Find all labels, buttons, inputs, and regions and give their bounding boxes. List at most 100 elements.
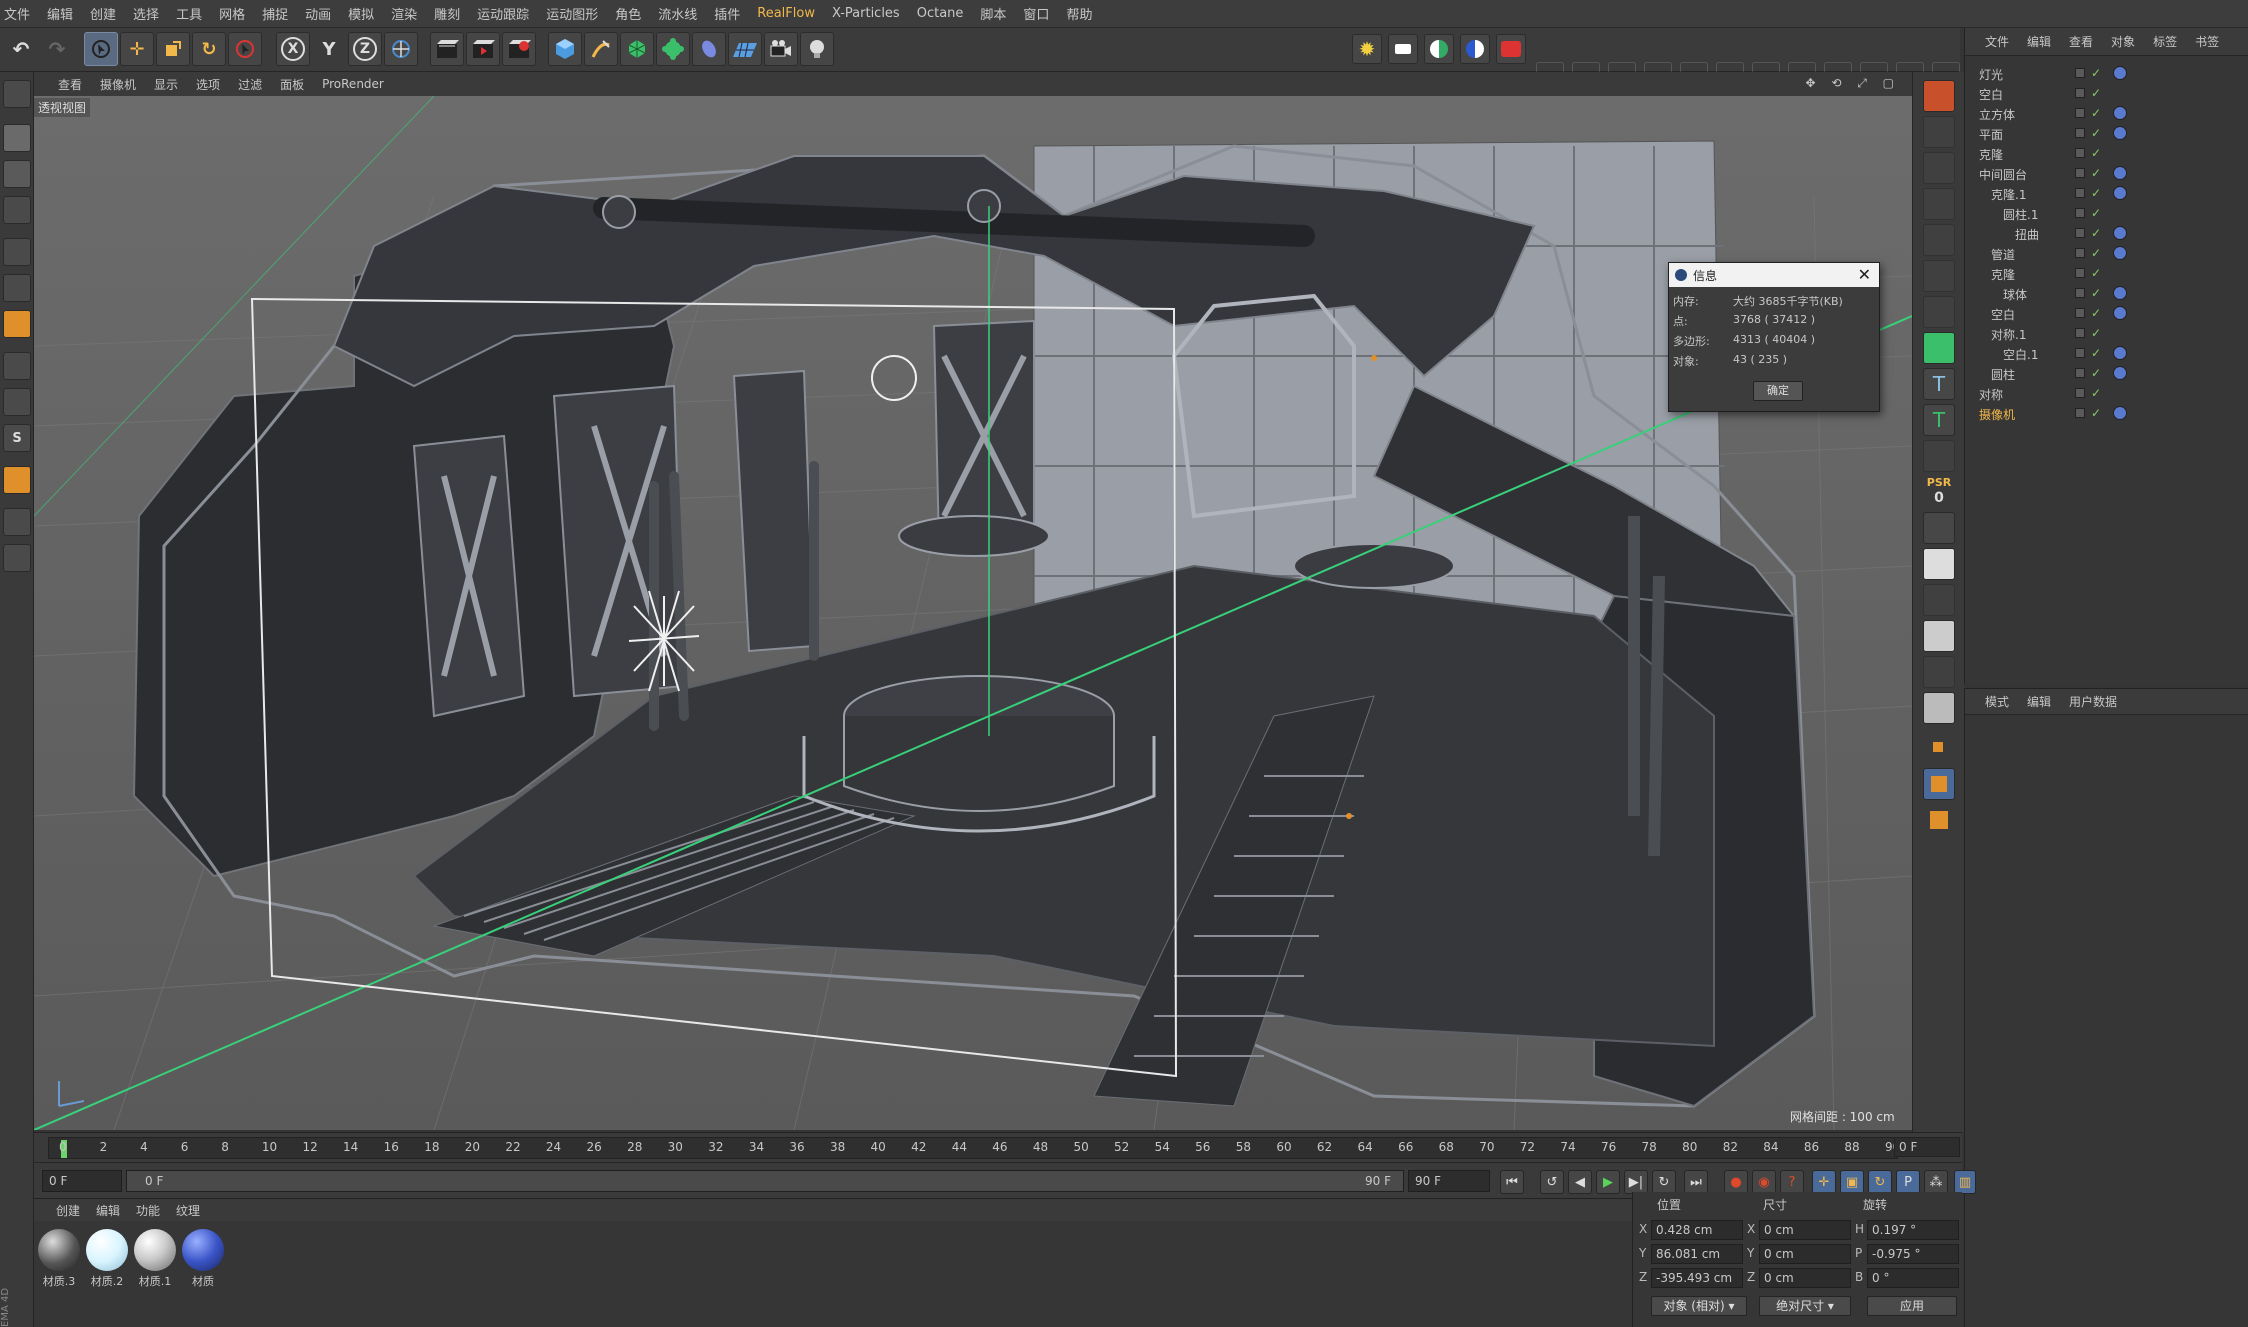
render-settings-icon[interactable] <box>502 32 536 66</box>
layer-flag-icon[interactable] <box>2075 388 2085 398</box>
tweak-mode-icon[interactable] <box>3 388 31 416</box>
menu-file[interactable]: 文件 <box>4 4 30 23</box>
layer-flag-icon[interactable] <box>2075 68 2085 78</box>
solo-icon[interactable]: S <box>3 424 31 452</box>
object-row[interactable]: 扭曲 ✓ <box>1965 224 2248 244</box>
position-x-field[interactable]: 0.428 cm <box>1651 1220 1743 1240</box>
record-icon[interactable]: ● <box>1724 1170 1748 1194</box>
octane-render-icon[interactable] <box>1388 34 1418 64</box>
character-icon[interactable] <box>1923 116 1955 148</box>
text-tool-icon[interactable]: T <box>1923 368 1955 400</box>
trash-icon[interactable] <box>1923 656 1955 688</box>
mat-menu-function[interactable]: 功能 <box>136 1202 160 1219</box>
mesh-cube-icon[interactable] <box>1923 188 1955 220</box>
floor-icon[interactable] <box>728 32 762 66</box>
rotation-h-field[interactable]: 0.197 ° <box>1867 1220 1959 1240</box>
points-mode-icon[interactable] <box>3 238 31 266</box>
object-row[interactable]: 圆柱 ✓ <box>1965 364 2248 384</box>
deformer-icon[interactable] <box>692 32 726 66</box>
workplane-mode-icon[interactable] <box>3 196 31 224</box>
timeline-ruler[interactable]: 0 2 4 6 8 10 12 14 16 18 20 22 24 26 28 30 32 34 36 38 40 42 4… <box>48 1137 1900 1159</box>
object-row[interactable]: 空白 ✓ <box>1965 84 2248 104</box>
viewport-menu-cameras[interactable]: 摄像机 <box>100 76 136 93</box>
object-row[interactable]: 对称.1 ✓ <box>1965 324 2248 344</box>
axis-mode-icon[interactable] <box>3 352 31 380</box>
enabled-check-icon[interactable]: ✓ <box>2091 406 2101 420</box>
menu-snap[interactable]: 捕捉 <box>262 4 288 23</box>
enabled-check-icon[interactable]: ✓ <box>2091 66 2101 80</box>
layer-flag-icon[interactable] <box>2075 128 2085 138</box>
material-swatch-1[interactable]: 材质.1 <box>132 1227 178 1289</box>
cloner-icon[interactable] <box>656 32 690 66</box>
make-editable-icon[interactable] <box>3 80 31 108</box>
menu-script[interactable]: 脚本 <box>980 4 1006 23</box>
layer-flag-icon[interactable] <box>2075 228 2085 238</box>
guide-icon[interactable] <box>1923 548 1955 580</box>
go-to-start-icon[interactable]: ⏮ <box>1500 1170 1524 1194</box>
layer-flag-icon[interactable] <box>2075 148 2085 158</box>
om-menu-bookmarks[interactable]: 书签 <box>2195 33 2219 50</box>
planar-workplane-icon[interactable] <box>3 544 31 572</box>
recycle-icon[interactable] <box>1923 692 1955 724</box>
coord-mode-dropdown[interactable]: 对象 (相对) ▾ <box>1651 1296 1747 1316</box>
am-menu-edit[interactable]: 编辑 <box>2027 693 2051 710</box>
ok-button[interactable]: 确定 <box>1753 381 1803 401</box>
subdivision-surface-icon[interactable] <box>620 32 654 66</box>
shader-icon[interactable] <box>1923 440 1955 472</box>
start-frame-field[interactable]: 0 F <box>42 1170 122 1192</box>
coordinate-system-icon[interactable] <box>384 32 418 66</box>
axis-y-button[interactable]: Y <box>312 32 346 66</box>
enabled-check-icon[interactable]: ✓ <box>2091 126 2101 140</box>
mesh-cube-3-icon[interactable] <box>1923 260 1955 292</box>
om-menu-view[interactable]: 查看 <box>2069 33 2093 50</box>
material-swatch-0[interactable]: 材质 <box>180 1227 226 1289</box>
layer-flag-icon[interactable] <box>2075 108 2085 118</box>
menu-render[interactable]: 渲染 <box>391 4 417 23</box>
previous-keyframe-icon[interactable]: ↺ <box>1540 1170 1564 1194</box>
enabled-check-icon[interactable]: ✓ <box>2091 286 2101 300</box>
next-keyframe-icon[interactable]: ↻ <box>1652 1170 1676 1194</box>
axis-x-button[interactable]: X <box>276 32 310 66</box>
select-tool-icon[interactable] <box>84 32 118 66</box>
octane-sun-icon[interactable]: ✹ <box>1352 34 1382 64</box>
perspective-viewport[interactable] <box>34 96 1912 1130</box>
object-row[interactable]: 克隆 ✓ <box>1965 144 2248 164</box>
material-tag-icon[interactable] <box>2113 186 2127 200</box>
hair-icon[interactable] <box>1923 584 1955 616</box>
end-frame-field[interactable]: 90 F <box>1408 1170 1490 1192</box>
mesh-cube-4-icon[interactable] <box>1923 296 1955 328</box>
om-menu-tags[interactable]: 标签 <box>2153 33 2177 50</box>
am-menu-userdata[interactable]: 用户数据 <box>2069 693 2117 710</box>
texture-mode-icon[interactable] <box>3 160 31 188</box>
enabled-check-icon[interactable]: ✓ <box>2091 146 2101 160</box>
material-tag-icon[interactable] <box>2113 246 2127 260</box>
cube-primitive-icon[interactable] <box>1923 80 1955 112</box>
menu-select[interactable]: 选择 <box>133 4 159 23</box>
menu-motion-tracking[interactable]: 运动跟踪 <box>477 4 529 23</box>
viewport-menu-options[interactable]: 选项 <box>196 76 220 93</box>
cube-icon[interactable] <box>548 32 582 66</box>
enabled-check-icon[interactable]: ✓ <box>2091 246 2101 260</box>
object-row[interactable]: 圆柱.1 ✓ <box>1965 204 2248 224</box>
size-x-field[interactable]: 0 cm <box>1759 1220 1851 1240</box>
material-tag-icon[interactable] <box>2113 306 2127 320</box>
octane-camera-icon[interactable] <box>1496 34 1526 64</box>
menu-mograph[interactable]: 运动图形 <box>546 4 598 23</box>
object-row[interactable]: 对称 ✓ <box>1965 384 2248 404</box>
close-icon[interactable]: ✕ <box>1858 265 1871 284</box>
position-z-field[interactable]: -395.493 cm <box>1651 1268 1743 1288</box>
viewport-menu-view[interactable]: 查看 <box>58 76 82 93</box>
material-tag-icon[interactable] <box>2113 366 2127 380</box>
enabled-check-icon[interactable]: ✓ <box>2091 206 2101 220</box>
go-to-end-icon[interactable]: ⏭ <box>1684 1170 1708 1194</box>
autokey-icon[interactable]: ◉ <box>1752 1170 1776 1194</box>
object-row[interactable]: 球体 ✓ <box>1965 284 2248 304</box>
layer-flag-icon[interactable] <box>2075 208 2085 218</box>
layer-flag-icon[interactable] <box>2075 168 2085 178</box>
light-icon[interactable] <box>800 32 834 66</box>
mat-menu-create[interactable]: 创建 <box>56 1202 80 1219</box>
key-pla-icon[interactable]: ⁂ <box>1924 1170 1948 1194</box>
joint-icon[interactable] <box>1923 152 1955 184</box>
octane-env-icon[interactable] <box>1460 34 1490 64</box>
polygons-mode-icon[interactable] <box>3 310 31 338</box>
